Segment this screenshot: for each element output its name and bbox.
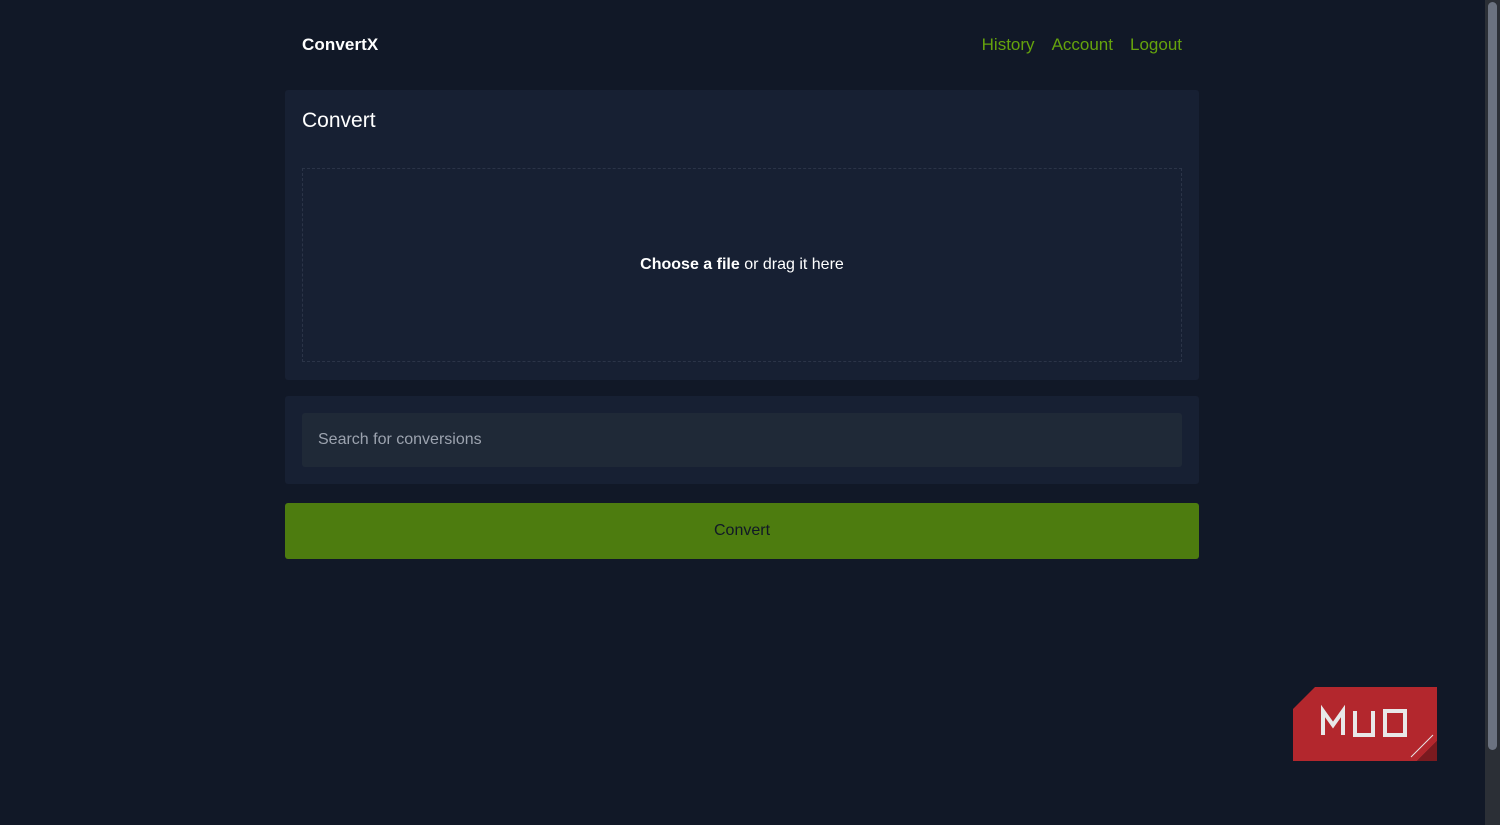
header: ConvertX History Account Logout [285, 0, 1199, 90]
drag-hint-label: or drag it here [739, 256, 844, 273]
main-container: ConvertX History Account Logout Convert … [285, 0, 1199, 559]
nav-history-link[interactable]: History [982, 35, 1035, 55]
muo-watermark-logo [1293, 687, 1437, 761]
app-page: ConvertX History Account Logout Convert … [0, 0, 1500, 825]
page-scrollbar[interactable] [1485, 0, 1500, 825]
nav-logout-link[interactable]: Logout [1130, 35, 1182, 55]
file-dropzone[interactable]: Choose a file or drag it here [302, 168, 1182, 362]
top-nav: History Account Logout [982, 35, 1182, 55]
brand-logo[interactable]: ConvertX [302, 35, 378, 55]
convert-card: Convert Choose a file or drag it here [285, 90, 1199, 380]
convert-button[interactable]: Convert [285, 503, 1199, 559]
scrollbar-thumb[interactable] [1488, 2, 1497, 750]
card-title: Convert [302, 109, 376, 132]
search-input[interactable] [302, 413, 1182, 467]
dropzone-label: Choose a file or drag it here [640, 256, 844, 274]
search-card [285, 396, 1199, 484]
choose-file-label[interactable]: Choose a file [640, 256, 740, 273]
nav-account-link[interactable]: Account [1052, 35, 1113, 55]
